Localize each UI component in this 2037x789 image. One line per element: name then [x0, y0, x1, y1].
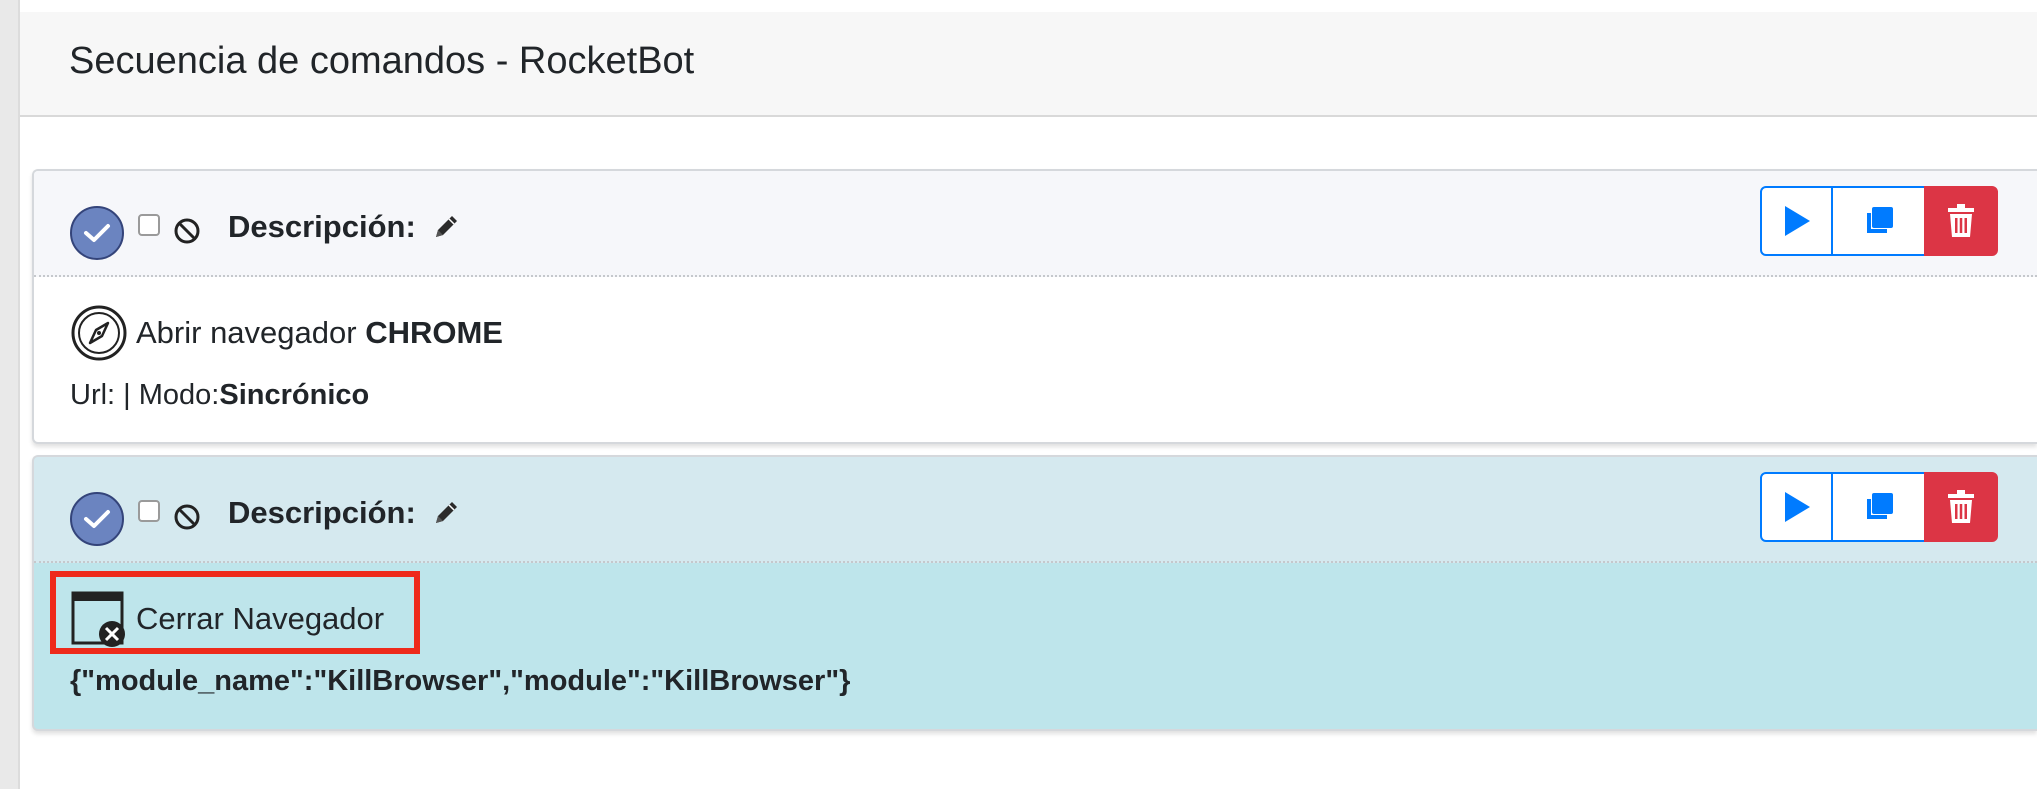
play-icon [1784, 492, 1810, 522]
copy-command-button[interactable] [1832, 186, 1924, 256]
command-active-toggle[interactable] [70, 206, 124, 260]
check-icon [84, 510, 110, 528]
copy-command-button[interactable] [1832, 472, 1924, 542]
command-select-checkbox[interactable] [138, 214, 160, 236]
ban-icon[interactable] [172, 216, 202, 246]
trash-icon [1948, 204, 1974, 237]
command-details: {"module_name":"KillBrowser","module":"K… [70, 665, 850, 698]
run-command-button[interactable] [1760, 186, 1832, 256]
play-icon [1784, 206, 1810, 236]
pencil-icon[interactable] [430, 211, 462, 243]
mode-value: Sincrónico [219, 379, 370, 411]
delete-command-button[interactable] [1924, 472, 1998, 542]
command-details-label: Url: | Modo: [70, 379, 220, 411]
copy-icon [1866, 493, 1893, 519]
run-command-button[interactable] [1760, 472, 1832, 542]
pencil-icon[interactable] [430, 497, 462, 529]
command-action-buttons [1760, 186, 1998, 256]
delete-command-button[interactable] [1924, 186, 1998, 256]
command-name: Abrir navegador CHROME [136, 315, 503, 351]
command-action-buttons [1760, 472, 1998, 542]
ban-icon[interactable] [172, 502, 202, 532]
check-icon [84, 224, 110, 242]
module-json: {"module_name":"KillBrowser","module":"K… [70, 665, 851, 697]
browser-name: CHROME [365, 315, 503, 350]
command-card[interactable]: Descripción: [32, 169, 2037, 444]
command-select-checkbox[interactable] [138, 500, 160, 522]
panel-header: Secuencia de comandos - RocketBot [20, 12, 2037, 117]
command-card-header: Descripción: [34, 457, 2037, 563]
copy-icon [1866, 207, 1893, 233]
description-label: Descripción: [228, 495, 416, 530]
panel-title: Secuencia de comandos - RocketBot [69, 40, 695, 82]
command-active-toggle[interactable] [70, 492, 124, 546]
command-summary: Abrir navegador CHROME [70, 304, 503, 362]
description-label: Descripción: [228, 209, 416, 244]
command-details: Url: | Modo:Sincrónico [70, 379, 369, 412]
command-card-header: Descripción: [34, 171, 2037, 277]
command-name-prefix: Abrir navegador [136, 315, 366, 350]
highlight-annotation [50, 571, 420, 654]
left-rail [0, 0, 20, 789]
compass-icon [71, 305, 127, 361]
trash-icon [1948, 490, 1974, 523]
